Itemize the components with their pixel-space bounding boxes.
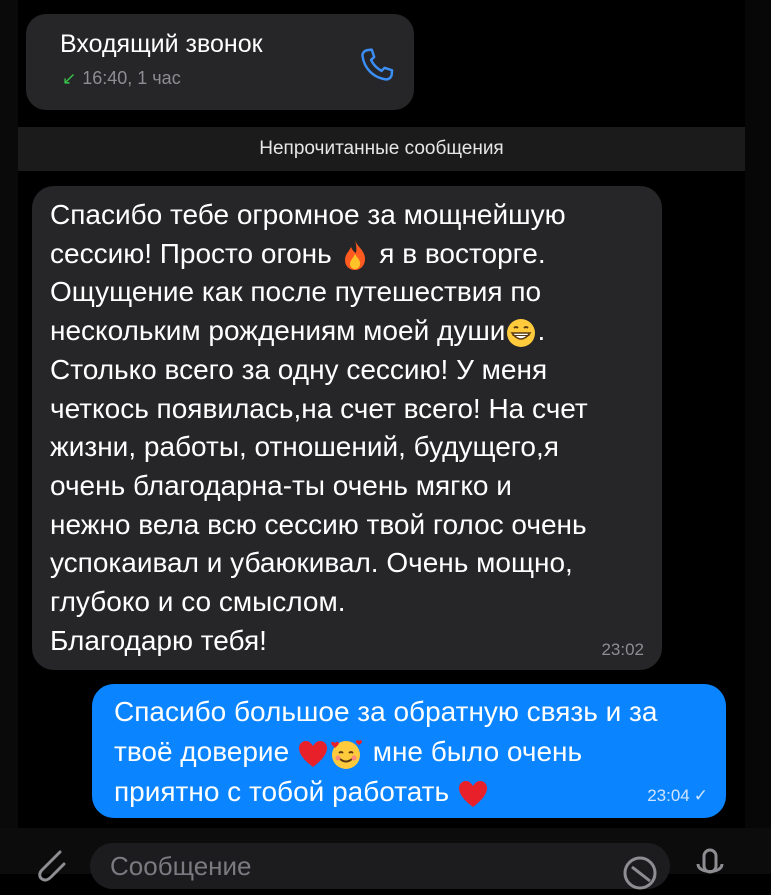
paperclip-icon[interactable] [30, 846, 70, 882]
message-input[interactable] [110, 843, 590, 889]
grinning-face-emoji-icon [507, 318, 536, 347]
incoming-message-time: 23:02 [601, 640, 644, 659]
red-heart-emoji-icon [298, 740, 327, 767]
call-time-duration: 16:40, 1 час [82, 68, 181, 88]
call-title: Входящий звонок [60, 30, 263, 58]
left-edge [0, 0, 18, 874]
outgoing-time-value: 23:04 [647, 786, 690, 805]
red-heart-emoji-icon [458, 780, 487, 807]
incoming-call-bubble[interactable]: Входящий звонок ↙ 16:40, 1 час [26, 14, 414, 110]
unread-messages-divider: Непрочитанные сообщения [18, 127, 745, 171]
microphone-icon[interactable] [690, 844, 730, 884]
message-input-field[interactable] [90, 843, 670, 890]
smiling-face-with-hearts-emoji-icon [331, 739, 362, 769]
incoming-text-part-3: . Столько всего за одну сессию! У меня ч… [50, 315, 588, 656]
incoming-arrow-icon: ↙ [62, 69, 77, 88]
call-meta: ↙ 16:40, 1 час [62, 68, 181, 89]
incoming-message-bubble[interactable]: Спасибо тебе огромное за мощнейшую сесси… [32, 186, 662, 670]
sticker-icon[interactable] [618, 851, 662, 895]
outgoing-message-time: 23:04 ✓ [647, 786, 708, 806]
outgoing-message-text: Спасибо большое за обратную связь и за т… [114, 692, 704, 812]
read-check-icon: ✓ [693, 786, 708, 805]
outgoing-message-bubble[interactable]: Спасибо большое за обратную связь и за т… [92, 684, 726, 818]
chat-area: Входящий звонок ↙ 16:40, 1 час Непрочитан… [18, 0, 745, 874]
incoming-message-text: Спасибо тебе огромное за мощнейшую сесси… [50, 196, 640, 660]
right-edge [745, 0, 771, 874]
phone-icon[interactable] [356, 44, 398, 86]
fire-emoji-icon [345, 240, 366, 271]
